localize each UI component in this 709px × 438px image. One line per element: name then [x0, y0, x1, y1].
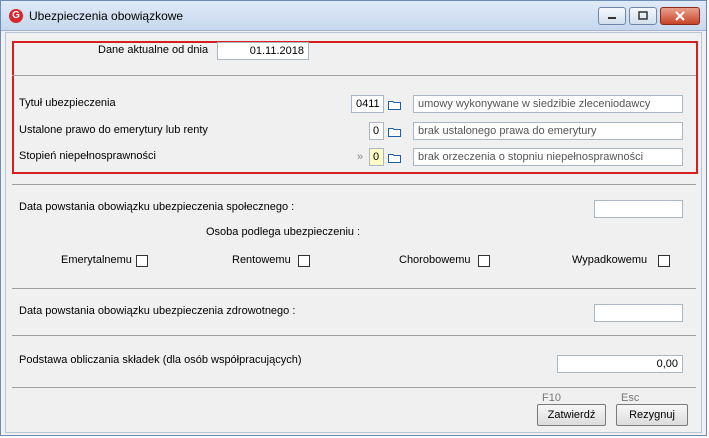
contribution-base-label: Podstawa obliczania składek (dla osób ws…: [19, 354, 302, 366]
title-bar[interactable]: G Ubezpieczenia obowiązkowe: [1, 1, 706, 31]
separator: [12, 288, 696, 289]
pension-insurance-checkbox[interactable]: [136, 255, 148, 267]
folder-icon[interactable]: [388, 127, 401, 137]
separator: [12, 75, 696, 76]
pension-right-code-field[interactable]: 0: [369, 122, 384, 140]
separator: [12, 184, 696, 185]
minimize-icon: [608, 17, 616, 19]
confirm-shortcut-label: F10: [542, 392, 561, 404]
checkbox-label-accident: Wypadkowemu: [572, 254, 648, 266]
separator: [12, 387, 696, 388]
contribution-base-field[interactable]: 0,00: [557, 355, 683, 373]
insurance-title-label: Tytuł ubezpieczenia: [19, 97, 116, 109]
separator: [12, 335, 696, 336]
disability-description: brak orzeczenia o stopniu niepełnosprawn…: [413, 148, 683, 166]
insurance-title-description: umowy wykonywane w siedzibie zleceniodaw…: [413, 95, 683, 113]
disability-pension-insurance-checkbox[interactable]: [298, 255, 310, 267]
confirm-button[interactable]: Zatwierdź: [537, 404, 606, 426]
checkbox-label-pension: Emerytalnemu: [61, 254, 132, 266]
checkbox-label-sickness: Chorobowemu: [399, 254, 471, 266]
insurance-title-code-field[interactable]: 0411: [351, 95, 384, 113]
current-data-date-field[interactable]: 01.11.2018: [217, 42, 309, 60]
pension-right-description: brak ustalonego prawa do emerytury: [413, 122, 683, 140]
close-icon: [675, 11, 685, 21]
sickness-insurance-checkbox[interactable]: [478, 255, 490, 267]
close-button[interactable]: [660, 7, 700, 25]
cancel-button[interactable]: Rezygnuj: [616, 404, 688, 426]
social-insurance-date-field[interactable]: [594, 200, 683, 218]
disability-label: Stopień niepełnosprawności: [19, 150, 156, 162]
pension-right-label: Ustalone prawo do emerytury lub renty: [19, 124, 208, 136]
maximize-button[interactable]: [629, 7, 657, 25]
cancel-shortcut-label: Esc: [621, 392, 640, 404]
folder-icon[interactable]: [388, 100, 401, 110]
dialog-content: Dane aktualne od dnia 01.11.2018 Tytuł u…: [5, 32, 702, 433]
checkbox-label-disability-pension: Rentowemu: [232, 254, 291, 266]
maximize-icon: [638, 11, 648, 20]
folder-icon[interactable]: [388, 153, 401, 163]
accident-insurance-checkbox[interactable]: [658, 255, 670, 267]
dialog-window: G Ubezpieczenia obowiązkowe Dane aktualn…: [0, 0, 707, 436]
window-title: Ubezpieczenia obowiązkowe: [29, 9, 184, 23]
minimize-button[interactable]: [598, 7, 626, 25]
health-insurance-date-field[interactable]: [594, 304, 683, 322]
social-insurance-date-label: Data powstania obowiązku ubezpieczenia s…: [19, 201, 295, 213]
app-logo-icon: G: [9, 9, 23, 23]
insured-subject-label: Osoba podlega ubezpieczeniu :: [206, 226, 361, 238]
current-data-label: Dane aktualne od dnia: [98, 44, 209, 56]
disability-marker: »: [357, 151, 364, 163]
health-insurance-date-label: Data powstania obowiązku ubezpieczenia z…: [19, 305, 296, 317]
disability-code-field[interactable]: 0: [369, 148, 384, 166]
